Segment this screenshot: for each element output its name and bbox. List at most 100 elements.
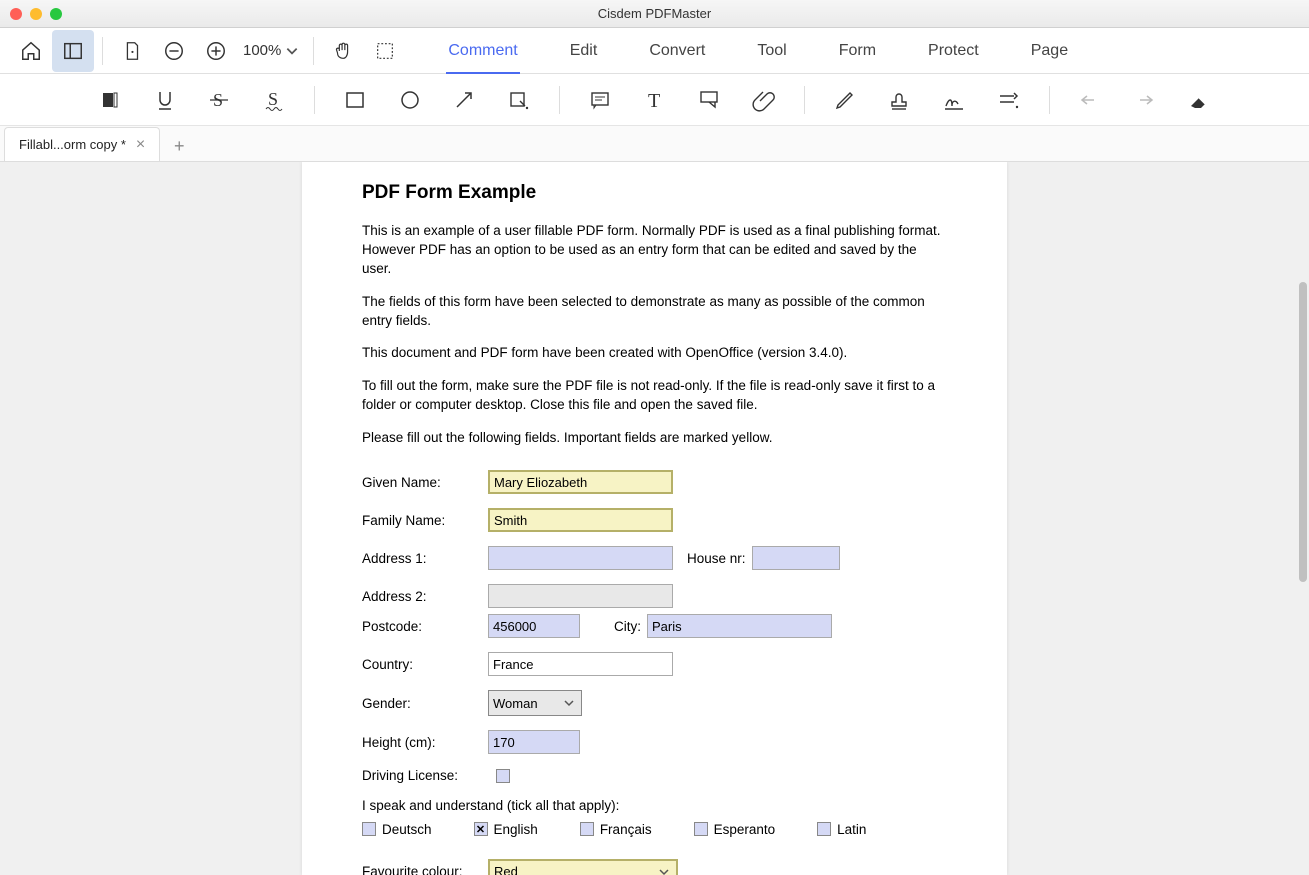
page-heading: PDF Form Example <box>362 182 947 204</box>
document-tab[interactable]: Fillabl...orm copy * × <box>4 127 160 161</box>
undo-icon <box>1078 88 1102 112</box>
menu-comment[interactable]: Comment <box>446 36 519 66</box>
scrollbar[interactable] <box>1299 282 1307 582</box>
favcolour-select[interactable]: Red <box>488 859 678 875</box>
lang-esperanto-checkbox[interactable] <box>694 822 708 836</box>
note-button[interactable] <box>580 79 620 121</box>
favcolour-label: Favourite colour: <box>362 864 488 875</box>
address1-field[interactable] <box>488 546 673 570</box>
house-nr-field[interactable] <box>752 546 840 570</box>
lang-francais-label: Français <box>600 822 652 837</box>
postcode-field[interactable] <box>488 614 580 638</box>
zoom-out-button[interactable] <box>153 30 195 72</box>
lang-english-checkbox[interactable] <box>474 822 488 836</box>
lang-francais-checkbox[interactable] <box>580 822 594 836</box>
menu-form[interactable]: Form <box>837 36 878 66</box>
menu-protect[interactable]: Protect <box>926 36 981 66</box>
gender-select[interactable]: Woman <box>488 690 582 716</box>
lang-latin-label: Latin <box>837 822 866 837</box>
house-nr-label: House nr: <box>687 551 746 566</box>
home-icon <box>20 40 42 62</box>
redo-button[interactable] <box>1124 79 1164 121</box>
home-button[interactable] <box>10 30 52 72</box>
squiggly-button[interactable]: S <box>253 79 293 121</box>
height-label: Height (cm): <box>362 735 488 750</box>
zoom-out-icon <box>163 40 185 62</box>
new-tab-button[interactable]: + <box>164 131 194 161</box>
underline-icon <box>153 88 177 112</box>
zoom-value: 100% <box>243 42 281 59</box>
strikethrough-icon: S <box>207 88 231 112</box>
note-icon <box>588 88 612 112</box>
country-field[interactable] <box>488 652 673 676</box>
pencil-button[interactable] <box>825 79 865 121</box>
zoom-in-button[interactable] <box>195 30 237 72</box>
intro-paragraph-2: The fields of this form have been select… <box>362 293 947 331</box>
undo-button[interactable] <box>1070 79 1110 121</box>
address2-field[interactable] <box>488 584 673 608</box>
titlebar: Cisdem PDFMaster <box>0 0 1309 28</box>
svg-text:T: T <box>648 90 660 112</box>
driving-label: Driving License: <box>362 768 496 783</box>
menu-edit[interactable]: Edit <box>568 36 600 66</box>
eraser-icon <box>1187 88 1211 112</box>
lang-esperanto-label: Esperanto <box>714 822 776 837</box>
menu-page[interactable]: Page <box>1029 36 1070 66</box>
rectangle-icon <box>343 88 367 112</box>
rectangle-button[interactable] <box>335 79 375 121</box>
callout-icon <box>697 88 721 112</box>
city-field[interactable] <box>647 614 832 638</box>
separator <box>804 86 805 114</box>
zoom-in-icon <box>205 40 227 62</box>
redo-icon <box>1132 88 1156 112</box>
intro-paragraph-1: This is an example of a user fillable PD… <box>362 222 947 279</box>
lang-latin-checkbox[interactable] <box>817 822 831 836</box>
hand-tool-button[interactable] <box>322 30 364 72</box>
address2-label: Address 2: <box>362 589 488 604</box>
lang-deutsch-label: Deutsch <box>382 822 432 837</box>
text-button[interactable]: T <box>634 79 674 121</box>
strikethrough-button[interactable]: S <box>199 79 239 121</box>
intro-paragraph-5: Please fill out the following fields. Im… <box>362 429 947 448</box>
arrow-icon <box>452 88 476 112</box>
postcode-label: Postcode: <box>362 619 488 634</box>
given-name-field[interactable] <box>488 470 673 494</box>
underline-button[interactable] <box>144 79 184 121</box>
arrow-button[interactable] <box>444 79 484 121</box>
zoom-level-dropdown[interactable]: 100% <box>237 42 305 59</box>
driving-checkbox[interactable] <box>496 769 510 783</box>
separator <box>559 86 560 114</box>
shape-dropdown-button[interactable] <box>498 79 538 121</box>
given-name-label: Given Name: <box>362 475 488 490</box>
signature-button[interactable] <box>934 79 974 121</box>
stamp-button[interactable] <box>879 79 919 121</box>
menu-convert[interactable]: Convert <box>647 36 707 66</box>
attachment-button[interactable] <box>743 79 783 121</box>
intro-paragraph-3: This document and PDF form have been cre… <box>362 344 947 363</box>
document-viewport[interactable]: PDF Form Example This is an example of a… <box>0 162 1309 875</box>
separator <box>314 86 315 114</box>
tab-title: Fillabl...orm copy * <box>19 137 126 152</box>
country-label: Country: <box>362 657 488 672</box>
page-display-button[interactable] <box>111 30 153 72</box>
family-name-field[interactable] <box>488 508 673 532</box>
circle-button[interactable] <box>389 79 429 121</box>
main-toolbar: 100% Comment Edit Convert Tool Form Prot… <box>0 28 1309 74</box>
sidebar-toggle-button[interactable] <box>52 30 94 72</box>
selection-tool-button[interactable] <box>364 30 406 72</box>
callout-button[interactable] <box>689 79 729 121</box>
intro-paragraph-4: To fill out the form, make sure the PDF … <box>362 377 947 415</box>
annotation-toolbar: S S T <box>0 74 1309 126</box>
pdf-page: PDF Form Example This is an example of a… <box>302 162 1007 875</box>
eraser-button[interactable] <box>1179 79 1219 121</box>
signature-icon <box>942 88 966 112</box>
chevron-down-icon <box>285 44 299 58</box>
link-dropdown-button[interactable] <box>988 79 1028 121</box>
lang-deutsch-checkbox[interactable] <box>362 822 376 836</box>
highlight-button[interactable] <box>90 79 130 121</box>
menu-tool[interactable]: Tool <box>755 36 788 66</box>
height-field[interactable] <box>488 730 580 754</box>
stamp-icon <box>887 88 911 112</box>
shape-icon <box>507 88 531 112</box>
tab-close-button[interactable]: × <box>136 136 145 154</box>
